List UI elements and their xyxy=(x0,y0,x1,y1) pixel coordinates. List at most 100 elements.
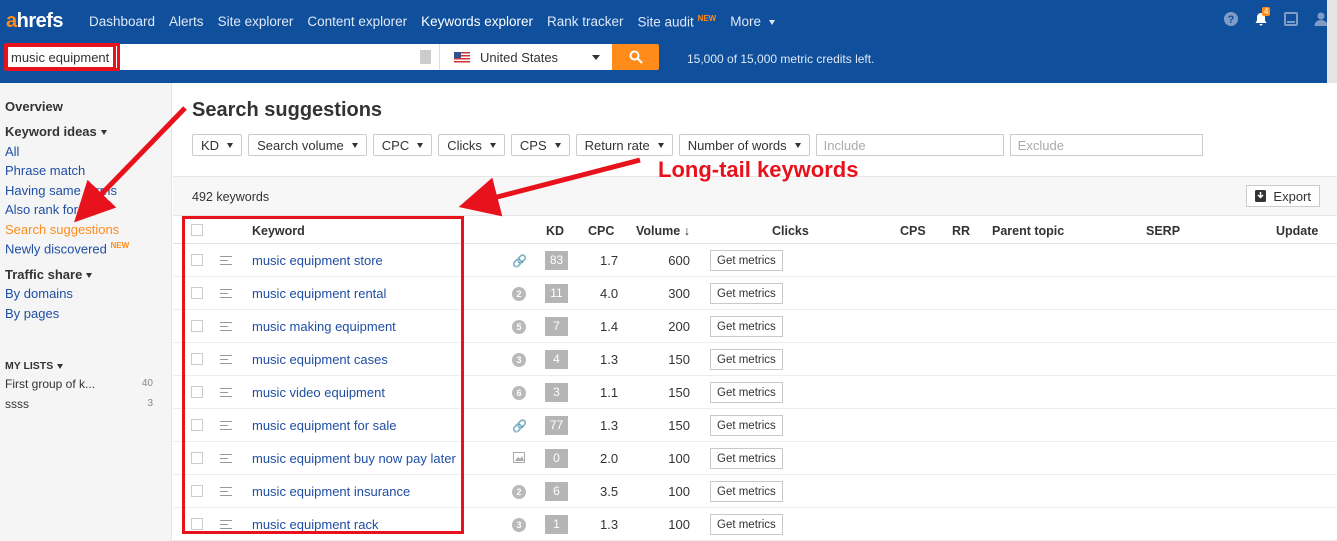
kd-badge: 6 xyxy=(545,482,568,501)
filter-return-rate[interactable]: Return rate xyxy=(575,134,673,156)
get-metrics-button[interactable]: Get metrics xyxy=(710,382,783,403)
sidebar-item-newly-discovered[interactable]: Newly discovered NEW xyxy=(5,241,129,256)
image-icon[interactable] xyxy=(512,452,526,466)
top-navigation-bar: ahrefs Dashboard Alerts Site explorer Co… xyxy=(0,0,1337,83)
sidebar-item-having-same-terms[interactable]: Having same terms xyxy=(5,183,117,198)
chevron-down-icon xyxy=(100,130,107,136)
export-button[interactable]: Export xyxy=(1246,185,1320,207)
cpc-value: 1.3 xyxy=(600,352,619,367)
book-icon[interactable] xyxy=(1283,11,1299,27)
page-title: Search suggestions xyxy=(192,99,383,121)
sidebar-overview[interactable]: Overview xyxy=(5,99,63,114)
get-metrics-button[interactable]: Get metrics xyxy=(710,415,783,436)
filter-search-volume[interactable]: Search volume xyxy=(248,134,367,156)
get-metrics-button[interactable]: Get metrics xyxy=(710,316,783,337)
help-icon[interactable]: ? xyxy=(1223,11,1239,27)
nav-keywords-explorer[interactable]: Keywords explorer xyxy=(421,14,533,30)
filter-number-of-words[interactable]: Number of words xyxy=(678,134,810,156)
sidebar-item-all[interactable]: All xyxy=(5,144,19,159)
volume-value: 600 xyxy=(668,253,690,268)
top-right-icons: ? 4 xyxy=(1223,7,1337,27)
search-button[interactable] xyxy=(612,44,659,70)
volume-value: 100 xyxy=(668,517,690,532)
kd-badge: 83 xyxy=(545,251,568,270)
search-icon xyxy=(629,50,643,64)
link-icon[interactable]: 🔗 xyxy=(512,419,527,433)
annotation-box-query xyxy=(5,43,120,71)
bell-icon[interactable]: 4 xyxy=(1253,7,1271,27)
get-metrics-button[interactable]: Get metrics xyxy=(710,448,783,469)
filter-bar: KD Search volume CPC Clicks CPS Return r… xyxy=(192,134,1203,156)
sidebar-keyword-ideas[interactable]: Keyword ideas xyxy=(5,124,107,139)
serp-feature-count[interactable]: 3 xyxy=(512,518,526,532)
nav-dashboard[interactable]: Dashboard xyxy=(89,14,155,30)
volume-value: 150 xyxy=(668,418,690,433)
country-select[interactable]: United States xyxy=(439,44,612,70)
list-item[interactable]: First group of k... 40 xyxy=(5,377,155,391)
get-metrics-button[interactable]: Get metrics xyxy=(710,283,783,304)
sidebar-item-by-pages[interactable]: By pages xyxy=(5,306,59,321)
cpc-value: 1.3 xyxy=(600,517,619,532)
serp-feature-count[interactable]: 2 xyxy=(512,485,526,499)
column-volume[interactable]: Volume ↓ xyxy=(636,224,690,238)
kd-badge: 11 xyxy=(545,284,568,303)
serp-feature-count[interactable]: 2 xyxy=(512,287,526,301)
list-item[interactable]: ssss 3 xyxy=(5,397,155,411)
sidebar-traffic-share[interactable]: Traffic share xyxy=(5,267,93,282)
country-label: United States xyxy=(480,49,559,65)
cpc-value: 1.1 xyxy=(600,385,619,400)
my-lists-header[interactable]: MY LISTS xyxy=(5,360,64,372)
new-badge: NEW xyxy=(110,241,130,250)
chevron-down-icon xyxy=(86,273,93,279)
serp-feature-count[interactable]: 6 xyxy=(512,386,526,400)
keyword-count: 492 keywords xyxy=(192,190,270,204)
kd-badge: 1 xyxy=(545,515,568,534)
nav-alerts[interactable]: Alerts xyxy=(169,14,204,30)
link-icon[interactable]: 🔗 xyxy=(512,254,527,268)
ahrefs-logo[interactable]: ahrefs xyxy=(6,10,64,33)
nav-more[interactable]: More xyxy=(730,14,775,30)
column-update[interactable]: Update xyxy=(1276,224,1318,238)
nav-site-explorer[interactable]: Site explorer xyxy=(218,14,294,30)
sidebar: Overview Keyword ideas All Phrase match … xyxy=(0,83,172,541)
kd-badge: 77 xyxy=(545,416,568,435)
volume-value: 300 xyxy=(668,286,690,301)
sidebar-item-phrase-match[interactable]: Phrase match xyxy=(5,163,85,178)
sidebar-item-by-domains[interactable]: By domains xyxy=(5,286,73,301)
get-metrics-button[interactable]: Get metrics xyxy=(710,250,783,271)
column-serp[interactable]: SERP xyxy=(1146,224,1180,238)
notification-count: 4 xyxy=(1262,7,1271,16)
chevron-down-icon xyxy=(57,363,64,369)
filter-kd[interactable]: KD xyxy=(192,134,243,156)
column-cps[interactable]: CPS xyxy=(900,224,926,238)
cpc-value: 3.5 xyxy=(600,484,619,499)
column-kd[interactable]: KD xyxy=(546,224,564,238)
include-input[interactable]: Include xyxy=(815,134,1004,156)
get-metrics-button[interactable]: Get metrics xyxy=(710,349,783,370)
scrollbar[interactable] xyxy=(1327,0,1337,83)
get-metrics-button[interactable]: Get metrics xyxy=(710,514,783,535)
nav-rank-tracker[interactable]: Rank tracker xyxy=(547,14,624,30)
upload-icon[interactable] xyxy=(420,50,431,64)
nav-site-audit[interactable]: Site audit NEW xyxy=(638,14,717,30)
volume-value: 150 xyxy=(668,352,690,367)
cpc-value: 1.7 xyxy=(600,253,619,268)
main-nav: Dashboard Alerts Site explorer Content e… xyxy=(89,14,789,30)
column-rr[interactable]: RR xyxy=(952,224,970,238)
column-parent-topic[interactable]: Parent topic xyxy=(992,224,1064,238)
filter-cpc[interactable]: CPC xyxy=(372,134,433,156)
cpc-value: 4.0 xyxy=(600,286,619,301)
column-cpc[interactable]: CPC xyxy=(588,224,614,238)
serp-feature-count[interactable]: 3 xyxy=(512,353,526,367)
exclude-input[interactable]: Exclude xyxy=(1009,134,1203,156)
column-clicks[interactable]: Clicks xyxy=(772,224,809,238)
get-metrics-button[interactable]: Get metrics xyxy=(710,481,783,502)
filter-cps[interactable]: CPS xyxy=(510,134,570,156)
serp-feature-count[interactable]: 5 xyxy=(512,320,526,334)
annotation-label: Long-tail keywords xyxy=(658,157,859,182)
sidebar-item-search-suggestions[interactable]: Search suggestions xyxy=(5,222,119,237)
sidebar-item-also-rank-for[interactable]: Also rank for xyxy=(5,202,78,217)
filter-clicks[interactable]: Clicks xyxy=(438,134,505,156)
nav-content-explorer[interactable]: Content explorer xyxy=(307,14,407,30)
volume-value: 100 xyxy=(668,484,690,499)
